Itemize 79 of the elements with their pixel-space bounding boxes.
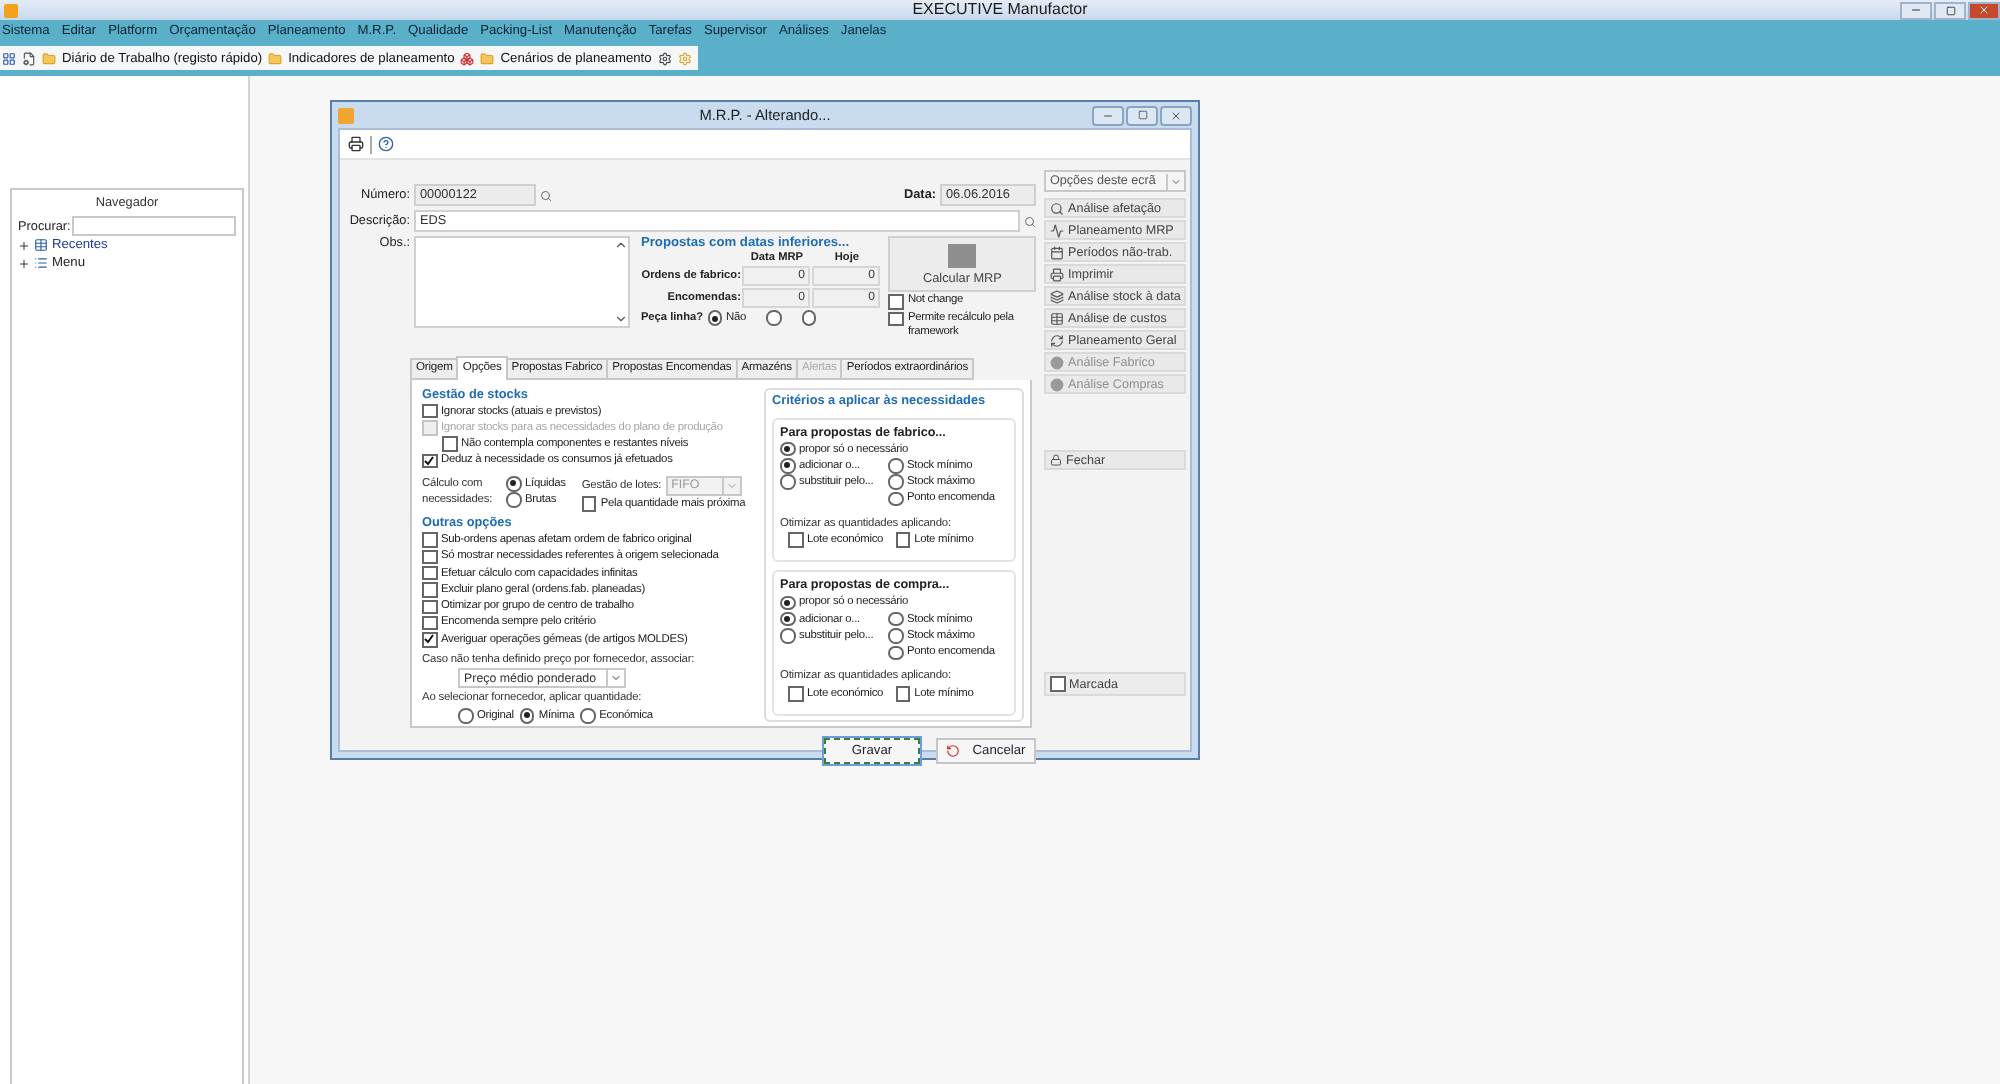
checkbox[interactable]: [888, 294, 904, 309]
square-icon: [948, 243, 977, 267]
radio-button[interactable]: [780, 474, 795, 490]
close-icon: [1978, 4, 1990, 16]
grid-icon[interactable]: [2, 51, 16, 65]
close-icon: [1170, 109, 1182, 121]
lock-icon: [1050, 454, 1062, 466]
undo-icon: [946, 743, 961, 757]
expander-icon[interactable]: [18, 239, 30, 251]
checkbox[interactable]: [422, 632, 437, 648]
radio-button[interactable]: [888, 474, 903, 490]
checkbox[interactable]: [422, 532, 437, 548]
checkbox[interactable]: [422, 403, 437, 419]
calendar-icon: [1050, 245, 1064, 259]
close-button[interactable]: [1968, 1, 2000, 19]
checkbox[interactable]: [895, 686, 911, 702]
settings-icon[interactable]: [657, 51, 672, 65]
app-title: EXECUTIVE Manufactor: [912, 0, 1088, 20]
printer-icon[interactable]: [348, 136, 364, 152]
blocks-icon[interactable]: [460, 51, 475, 65]
app-icon: [338, 107, 354, 123]
checkbox[interactable]: [895, 532, 911, 548]
search-icon: [1050, 201, 1064, 215]
checkbox[interactable]: [422, 615, 437, 631]
list-icon: [34, 256, 48, 270]
checkbox[interactable]: [788, 532, 803, 548]
radio-button[interactable]: [888, 645, 903, 661]
document-gear-icon[interactable]: [22, 51, 36, 65]
scroll-up-icon[interactable]: [614, 238, 629, 252]
checkbox[interactable]: [1050, 676, 1065, 692]
radio-button[interactable]: [707, 310, 723, 326]
radio-button[interactable]: [780, 441, 795, 457]
printer-icon: [1050, 267, 1064, 281]
restore-button[interactable]: [1934, 1, 1966, 19]
checkbox[interactable]: [422, 582, 437, 598]
radio-button[interactable]: [888, 628, 903, 644]
radio-button[interactable]: [888, 611, 903, 627]
chart-icon: [1050, 223, 1064, 237]
restore-button[interactable]: [1126, 105, 1158, 125]
radio-button[interactable]: [580, 708, 596, 724]
checkbox[interactable]: [422, 565, 437, 581]
circle-icon: [1050, 377, 1064, 391]
checkbox[interactable]: [422, 599, 437, 615]
radio-button[interactable]: [801, 310, 817, 326]
app-icon: [4, 3, 18, 17]
minimize-icon: [1910, 4, 1922, 16]
expander-icon[interactable]: [18, 257, 30, 269]
notes-field[interactable]: [414, 236, 631, 328]
checkbox[interactable]: [788, 686, 803, 702]
radio-button[interactable]: [780, 458, 795, 474]
circle-icon: [1050, 355, 1064, 369]
radio-button[interactable]: [780, 595, 795, 611]
search-field[interactable]: [72, 216, 236, 236]
restore-icon: [1137, 110, 1147, 120]
radio-button[interactable]: [506, 476, 521, 492]
check-icon: [424, 456, 435, 467]
minimize-button[interactable]: [1900, 1, 1932, 19]
table-icon: [34, 238, 48, 252]
table-icon: [1050, 311, 1064, 325]
radio-button[interactable]: [888, 458, 903, 474]
radio-button[interactable]: [519, 708, 535, 724]
search-icon[interactable]: [540, 189, 552, 201]
radio-button[interactable]: [780, 628, 795, 644]
checkbox[interactable]: [422, 453, 437, 469]
check-icon: [424, 634, 435, 645]
search-icon[interactable]: [1024, 215, 1036, 227]
radio-button[interactable]: [766, 310, 782, 326]
radio-button[interactable]: [780, 611, 795, 627]
help-icon[interactable]: [378, 136, 394, 152]
refresh-icon: [1050, 333, 1064, 347]
layers-icon: [1050, 289, 1064, 303]
restore-icon: [1945, 5, 1955, 15]
radio-button[interactable]: [506, 492, 521, 508]
checkbox[interactable]: [422, 549, 437, 565]
minimize-icon: [1102, 109, 1114, 121]
scroll-down-icon[interactable]: [614, 312, 629, 326]
radio-button[interactable]: [888, 491, 903, 507]
checkbox[interactable]: [888, 311, 904, 326]
radio-button[interactable]: [458, 708, 473, 724]
